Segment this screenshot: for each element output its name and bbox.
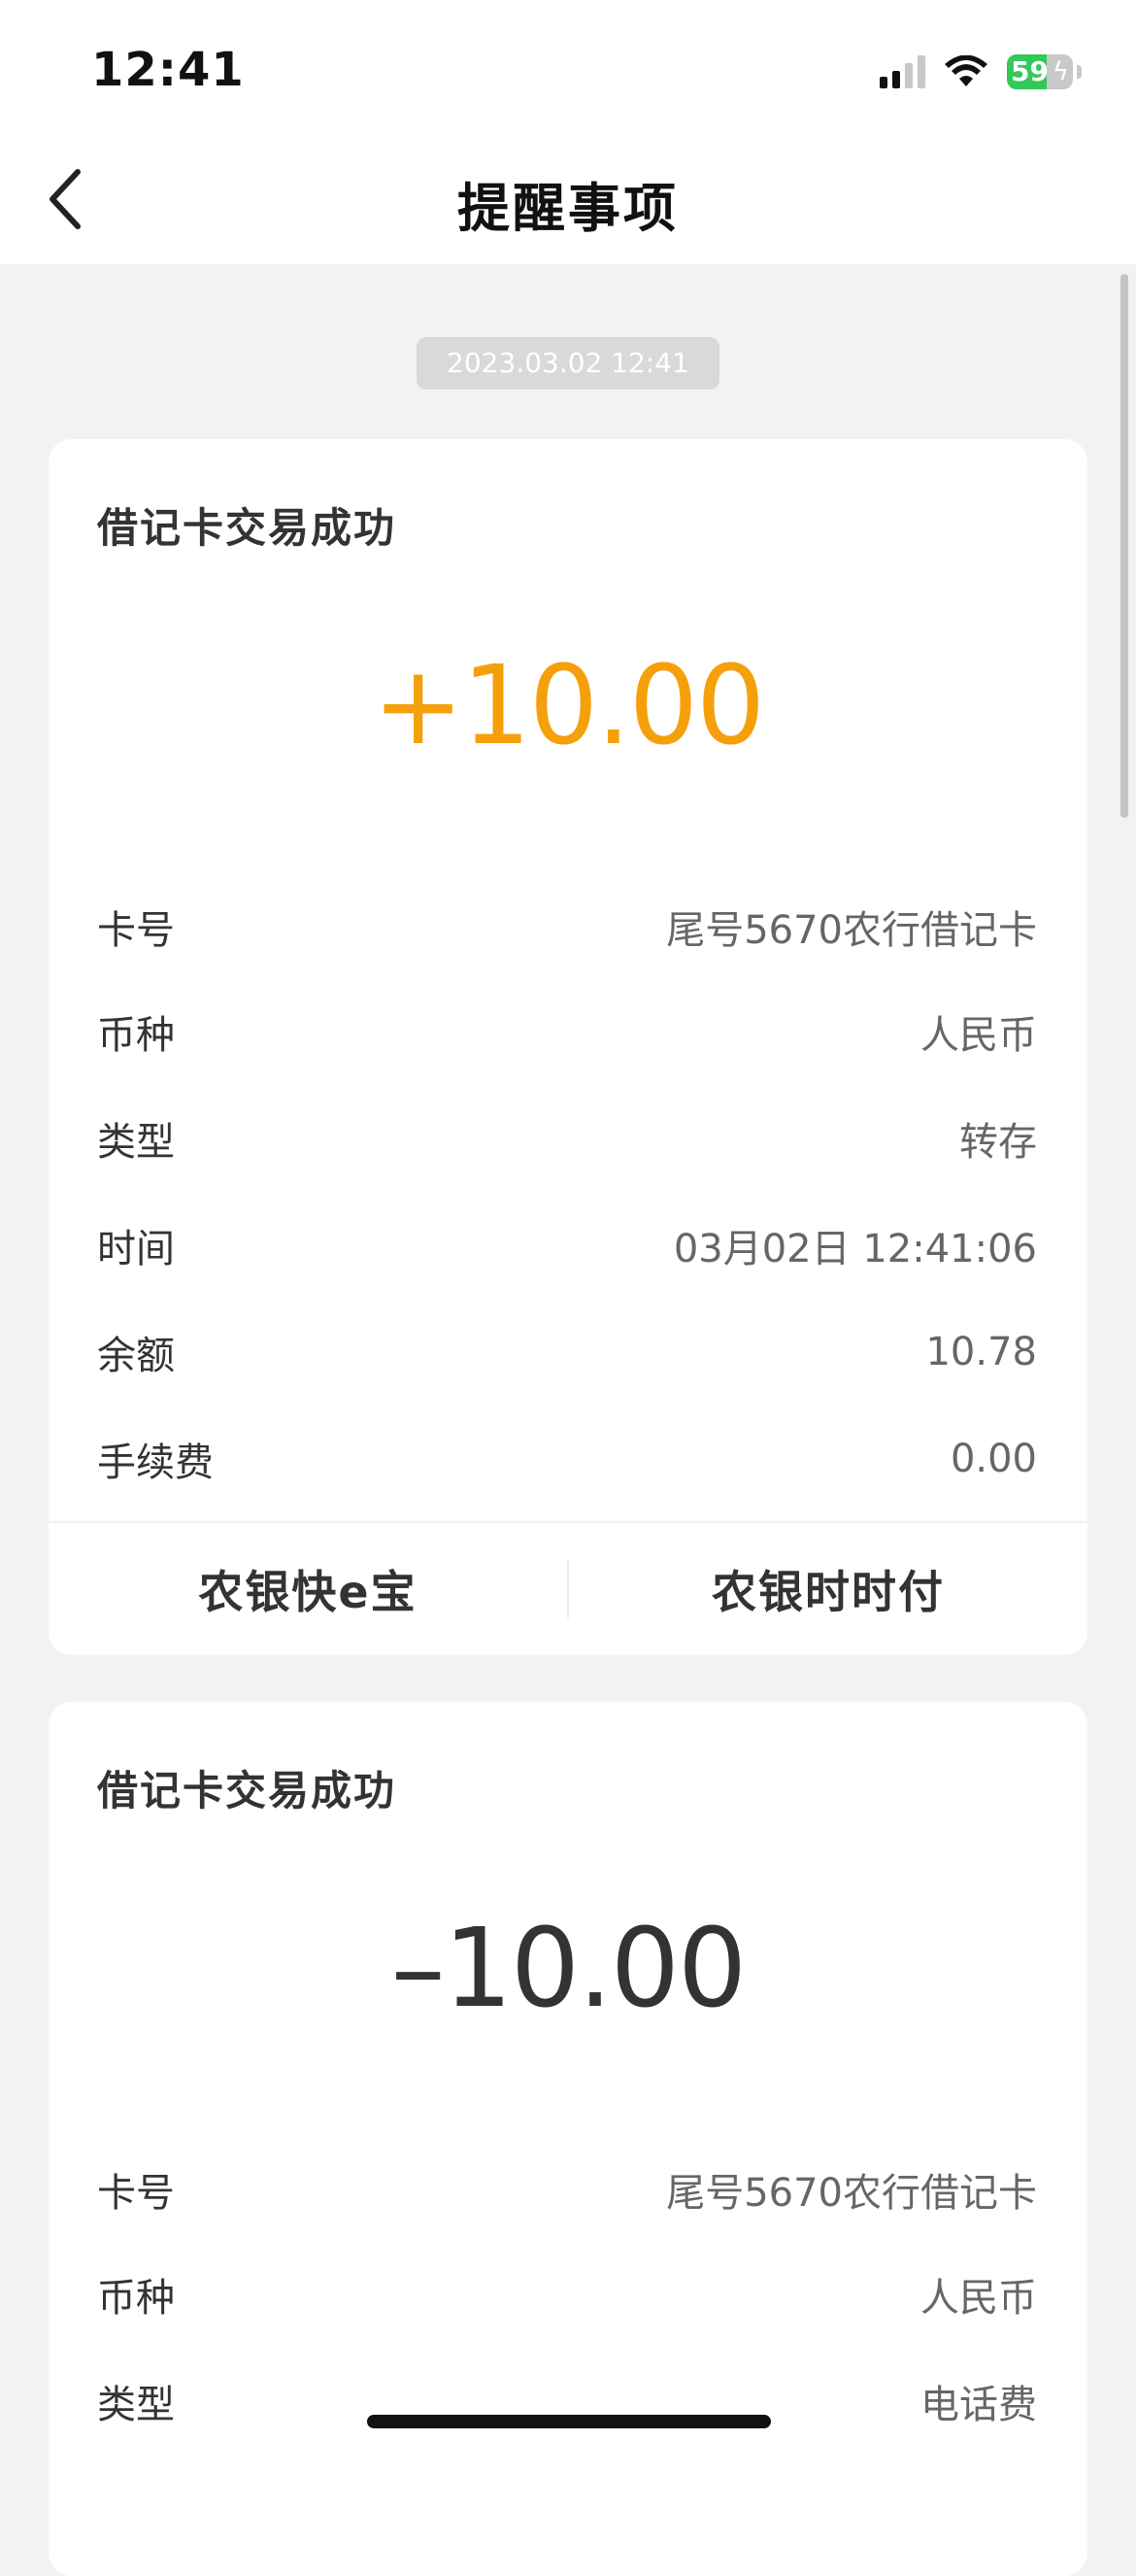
detail-label: 手续费 xyxy=(97,1441,214,1485)
card-actions: 农银快e宝 农银时时付 xyxy=(49,1523,1087,1655)
date-stamp: 2023.03.02 12:41 xyxy=(417,337,719,390)
detail-row-time: 时间 03月02日 12:41:06 xyxy=(97,1216,1037,1274)
detail-value: 尾号5670农行借记卡 xyxy=(666,2171,1037,2216)
battery-icon: 59 ϟ xyxy=(1007,54,1073,89)
detail-label: 类型 xyxy=(97,2383,175,2427)
detail-value: 转存 xyxy=(959,1120,1037,1165)
detail-label: 卡号 xyxy=(97,2171,175,2216)
status-icons: 59 ϟ xyxy=(880,52,1082,91)
detail-label: 卡号 xyxy=(97,908,175,953)
detail-row-currency: 币种 人民币 xyxy=(97,2265,1037,2323)
detail-row-card-number: 卡号 尾号5670农行借记卡 xyxy=(97,898,1037,956)
home-indicator[interactable] xyxy=(367,2415,771,2428)
header: 12:41 59 ϟ 提醒事项 xyxy=(0,0,1136,264)
charging-bolt-icon: ϟ xyxy=(1052,57,1069,86)
detail-label: 余额 xyxy=(97,1334,175,1378)
detail-value: 0.00 xyxy=(950,1437,1037,1481)
detail-row-card-number: 卡号 尾号5670农行借记卡 xyxy=(97,2160,1037,2219)
detail-row-currency: 币种 人民币 xyxy=(97,1002,1037,1061)
detail-label: 时间 xyxy=(97,1227,175,1271)
detail-label: 币种 xyxy=(97,2276,175,2321)
cellular-signal-icon xyxy=(880,55,925,88)
battery-percent: 59 xyxy=(1011,55,1049,87)
detail-value: 人民币 xyxy=(920,2276,1037,2321)
card-title: 借记卡交易成功 xyxy=(97,1767,397,1814)
detail-row-fee: 手续费 0.00 xyxy=(97,1430,1037,1488)
detail-value: 电话费 xyxy=(920,2383,1037,2427)
shi-shi-fu-button[interactable]: 农银时时付 xyxy=(569,1557,1087,1621)
card-title: 借记卡交易成功 xyxy=(97,504,397,552)
transaction-card: 借记卡交易成功 –10.00 卡号 尾号5670农行借记卡 币种 人民币 类型 … xyxy=(49,1702,1087,2576)
detail-value: 尾号5670农行借记卡 xyxy=(666,908,1037,953)
detail-label: 币种 xyxy=(97,1013,175,1058)
detail-value: 10.78 xyxy=(925,1330,1037,1374)
detail-value: 03月02日 12:41:06 xyxy=(673,1227,1037,1271)
page-title: 提醒事项 xyxy=(457,178,679,239)
scrollbar[interactable] xyxy=(1120,274,1128,818)
transaction-amount: –10.00 xyxy=(390,1906,748,2032)
battery-cap xyxy=(1077,65,1082,79)
wifi-icon xyxy=(945,55,987,86)
detail-row-balance: 余额 10.78 xyxy=(97,1323,1037,1381)
detail-value: 人民币 xyxy=(920,1013,1037,1058)
transaction-amount: +10.00 xyxy=(372,643,765,769)
kuai-e-bao-button[interactable]: 农银快e宝 xyxy=(49,1557,567,1621)
transaction-card: 借记卡交易成功 +10.00 卡号 尾号5670农行借记卡 币种 人民币 类型 … xyxy=(49,439,1087,1655)
detail-row-type: 类型 转存 xyxy=(97,1109,1037,1168)
status-time: 12:41 xyxy=(91,43,245,97)
detail-label: 类型 xyxy=(97,1120,175,1165)
